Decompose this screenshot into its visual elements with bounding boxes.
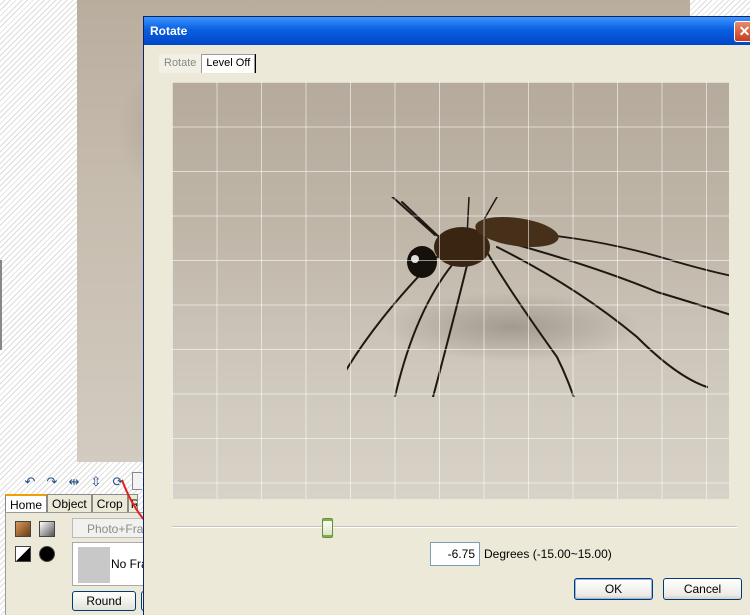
dialog-tabs: Rotate Level Off: [159, 54, 256, 73]
undo-icon[interactable]: ↶: [22, 473, 38, 489]
rotate-preview: [172, 82, 729, 499]
tab-home[interactable]: Home: [5, 494, 48, 513]
contrast-button[interactable]: [15, 546, 31, 562]
ok-button[interactable]: OK: [574, 578, 653, 600]
close-icon: ✕: [738, 23, 750, 39]
level-grid: [172, 82, 729, 499]
dialog-titlebar[interactable]: Rotate ✕: [144, 17, 750, 45]
window-edge: [0, 260, 2, 350]
close-button[interactable]: ✕: [734, 21, 750, 42]
tab-level-off[interactable]: Level Off: [201, 54, 256, 73]
rotate-slider-track[interactable]: [172, 526, 737, 528]
rotate-dialog: Rotate ✕ Rotate Level Off -6.75 Degrees …: [143, 16, 750, 615]
degree-input[interactable]: -6.75: [430, 542, 480, 566]
tab-object[interactable]: Object: [47, 494, 92, 513]
dialog-title: Rotate: [150, 24, 188, 38]
degree-range-label: Degrees (-15.00~15.00): [484, 547, 612, 561]
cancel-button[interactable]: Cancel: [663, 578, 742, 600]
fill-button[interactable]: [39, 546, 55, 562]
flip-horizontal-icon[interactable]: ⇹: [66, 473, 82, 489]
grayscale-button[interactable]: [39, 521, 55, 537]
sepia-button[interactable]: [15, 521, 31, 537]
redo-icon[interactable]: ↷: [44, 473, 60, 489]
rotate-slider-thumb[interactable]: [321, 518, 333, 538]
tab-rotate[interactable]: Rotate: [159, 54, 202, 73]
round-button[interactable]: Round: [72, 591, 136, 611]
